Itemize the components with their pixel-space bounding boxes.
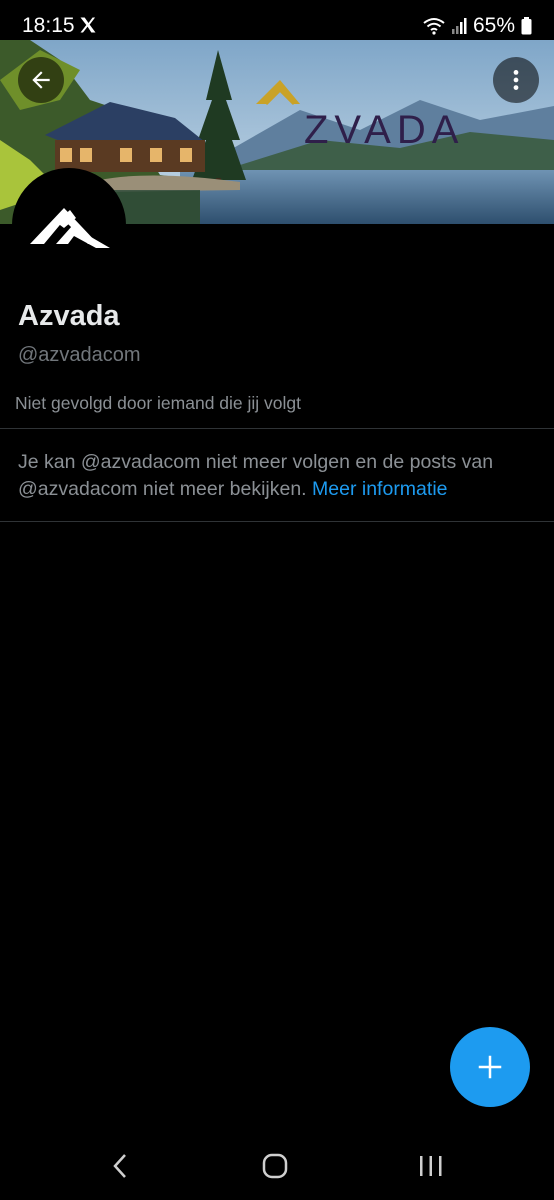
azvada-logo-icon — [16, 172, 122, 278]
nav-home-icon[interactable] — [262, 1152, 288, 1180]
status-time: 18:15 — [22, 14, 75, 37]
battery-percentage: 65% — [472, 14, 515, 37]
profile-handle: @azvadacom — [18, 344, 141, 366]
blocked-notice: Je kan @azvadacom niet meer volgen en de… — [18, 449, 538, 503]
signal-icon — [451, 18, 467, 34]
wifi-icon — [423, 18, 445, 35]
nav-recents-icon[interactable] — [418, 1152, 444, 1180]
profile-avatar[interactable] — [12, 168, 126, 282]
back-button[interactable] — [18, 57, 64, 103]
followed-by-note: Niet gevolgd door iemand die jij volgt — [15, 393, 301, 413]
battery-icon — [521, 17, 532, 35]
back-arrow-icon — [32, 71, 50, 89]
more-options-button[interactable] — [493, 57, 539, 103]
learn-more-link[interactable]: Meer informatie — [312, 478, 447, 500]
status-bar: 18:15 65% — [0, 0, 554, 40]
x-logo-icon — [80, 17, 96, 33]
more-vertical-icon — [513, 70, 519, 90]
profile-display-name: Azvada — [18, 300, 120, 332]
nav-back-icon[interactable] — [110, 1152, 132, 1180]
plus-icon — [478, 1055, 502, 1079]
system-navigation-bar — [0, 1130, 554, 1200]
divider — [0, 428, 554, 429]
status-indicators: 65% — [423, 14, 532, 38]
compose-post-button[interactable] — [450, 1027, 530, 1107]
banner-brand-text: ZVADA — [304, 108, 465, 152]
divider — [0, 521, 554, 522]
